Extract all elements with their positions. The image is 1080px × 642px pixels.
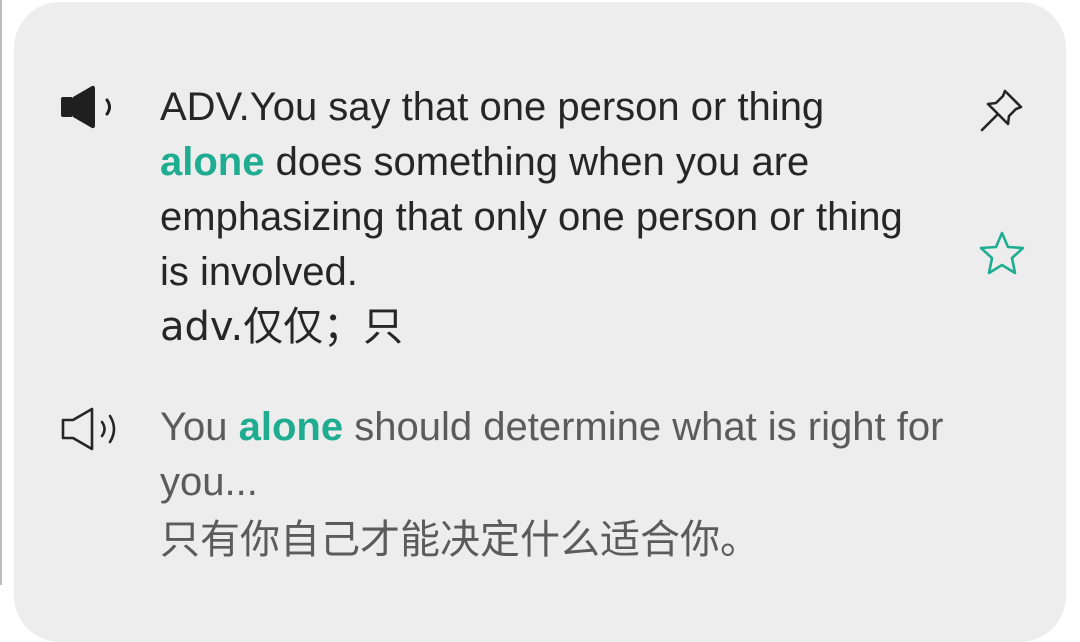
example-section: You alone should determine what is right… bbox=[160, 400, 1040, 570]
definition-text: ADV.You say that one person or thing alo… bbox=[160, 80, 920, 300]
definition-chinese: adv.仅仅；只 bbox=[160, 304, 404, 350]
window-edge bbox=[0, 0, 2, 585]
example-sentence: You alone should determine what is right… bbox=[160, 400, 1040, 510]
speaker-filled-icon[interactable] bbox=[58, 82, 118, 132]
speaker-outline-icon[interactable] bbox=[60, 404, 132, 454]
star-outline-icon[interactable] bbox=[976, 228, 1028, 280]
definition-text-after: does something when you are emphasizing … bbox=[160, 140, 903, 294]
definition-section: ADV.You say that one person or thing alo… bbox=[160, 80, 920, 355]
pin-icon[interactable] bbox=[976, 84, 1028, 136]
headword-highlight: alone bbox=[160, 140, 265, 184]
example-headword-highlight: alone bbox=[238, 405, 344, 449]
definition-text-before: ADV.You say that one person or thing bbox=[160, 85, 825, 129]
example-chinese: 只有你自己才能决定什么适合你。 bbox=[160, 517, 760, 563]
example-text-before: You bbox=[160, 405, 228, 449]
